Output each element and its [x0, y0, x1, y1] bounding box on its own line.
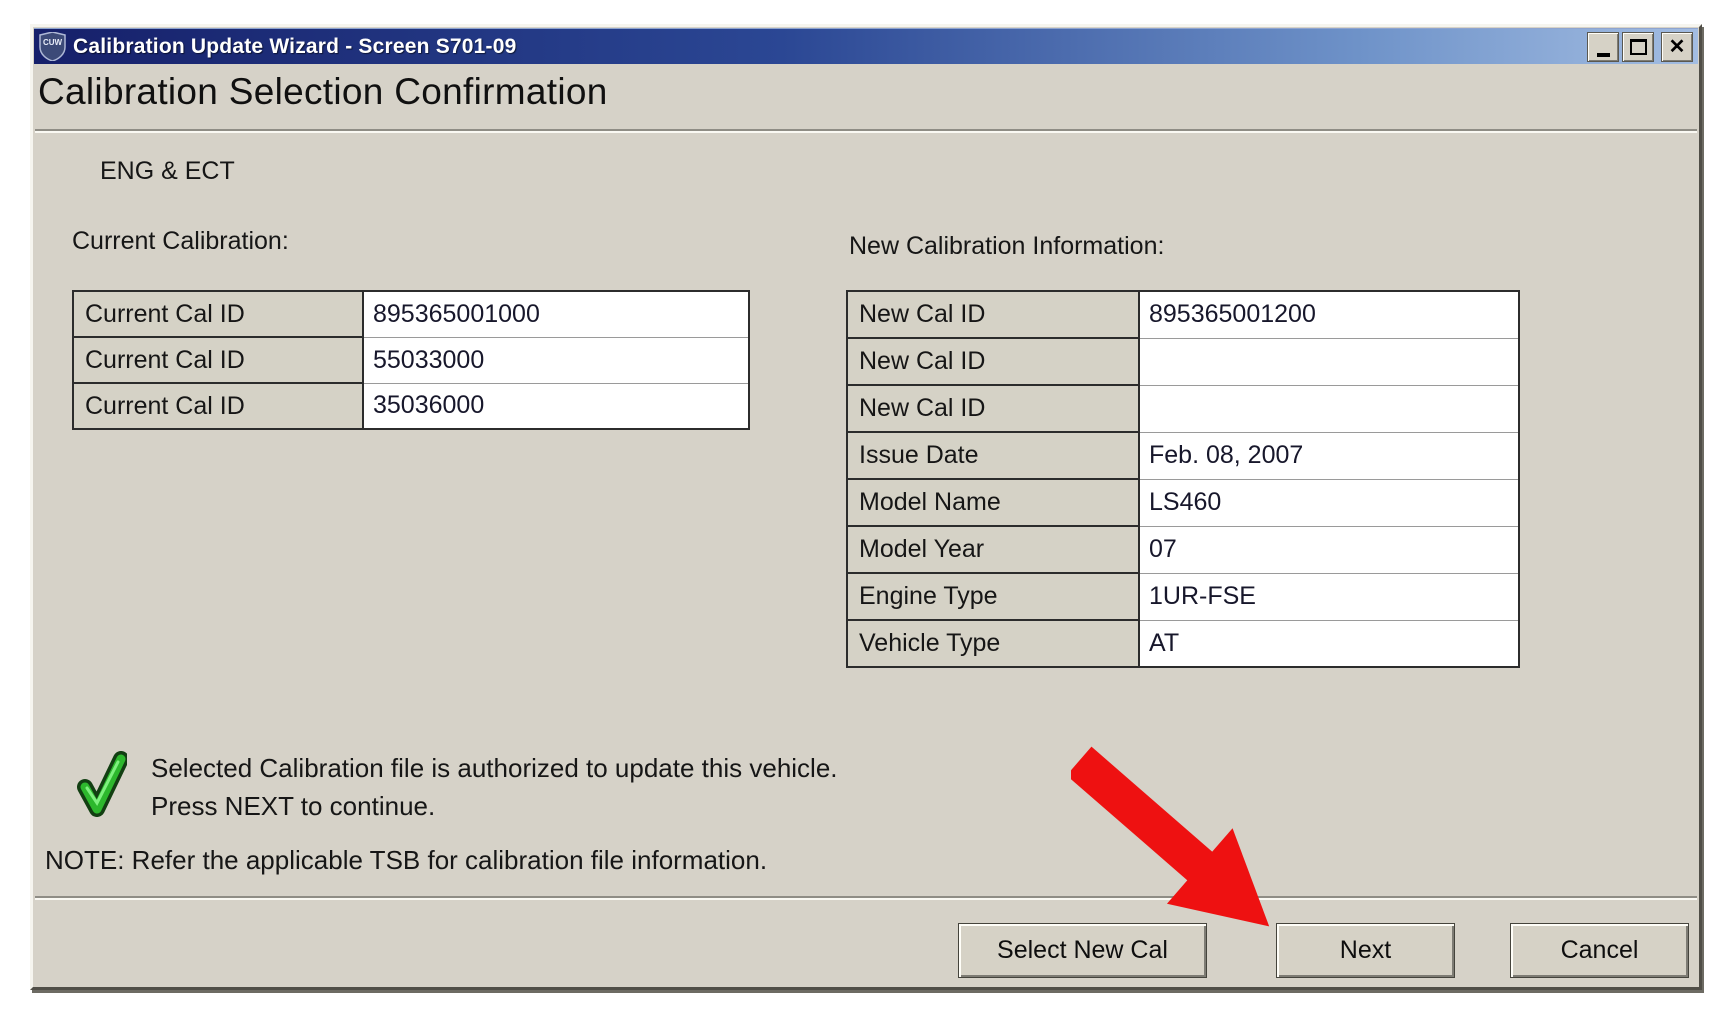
status-line-1: Selected Calibration file is authorized …	[151, 749, 838, 787]
minimize-icon	[1597, 53, 1610, 57]
current-calibration-label: Current Calibration:	[72, 227, 289, 256]
table-row: Model Year 07	[847, 526, 1519, 573]
row-value: Feb. 08, 2007	[1139, 432, 1519, 479]
table-row: Current Cal ID 895365001000	[73, 291, 749, 337]
row-label: Model Year	[847, 526, 1139, 573]
select-new-cal-button[interactable]: Select New Cal	[958, 923, 1207, 978]
row-label: Model Name	[847, 479, 1139, 526]
calibration-wizard-window: CUW Calibration Update Wizard - Screen S…	[30, 24, 1702, 990]
row-value	[1139, 338, 1519, 385]
table-row: Model Name LS460	[847, 479, 1519, 526]
row-value: LS460	[1139, 479, 1519, 526]
new-calibration-label: New Calibration Information:	[849, 232, 1164, 261]
status-line-2: Press NEXT to continue.	[151, 787, 838, 825]
row-label: New Cal ID	[847, 385, 1139, 432]
heading-separator	[35, 129, 1697, 133]
row-label: Vehicle Type	[847, 620, 1139, 667]
row-value: 35036000	[363, 383, 749, 429]
row-value: 895365001000	[363, 291, 749, 337]
table-row: Current Cal ID 35036000	[73, 383, 749, 429]
table-row: New Cal ID	[847, 338, 1519, 385]
row-label: Issue Date	[847, 432, 1139, 479]
row-value: 55033000	[363, 337, 749, 383]
table-row: Issue Date Feb. 08, 2007	[847, 432, 1519, 479]
row-value: AT	[1139, 620, 1519, 667]
table-row: New Cal ID 895365001200	[847, 291, 1519, 338]
cancel-button[interactable]: Cancel	[1510, 923, 1689, 978]
row-label: Current Cal ID	[73, 337, 363, 383]
titlebar[interactable]: CUW Calibration Update Wizard - Screen S…	[34, 28, 1698, 64]
green-checkmark-icon	[75, 751, 127, 817]
row-value: 1UR-FSE	[1139, 573, 1519, 620]
note-text: NOTE: Refer the applicable TSB for calib…	[45, 845, 767, 876]
row-value: 895365001200	[1139, 291, 1519, 338]
window-title: Calibration Update Wizard - Screen S701-…	[73, 35, 517, 59]
table-row: Vehicle Type AT	[847, 620, 1519, 667]
row-label: New Cal ID	[847, 338, 1139, 385]
system-label: ENG & ECT	[100, 157, 235, 186]
row-label: New Cal ID	[847, 291, 1139, 338]
row-value: 07	[1139, 526, 1519, 573]
close-button[interactable]: ✕	[1661, 32, 1693, 62]
row-label: Current Cal ID	[73, 291, 363, 337]
table-row: Engine Type 1UR-FSE	[847, 573, 1519, 620]
footer-separator	[35, 896, 1697, 900]
status-message: Selected Calibration file is authorized …	[151, 749, 838, 825]
next-button[interactable]: Next	[1276, 923, 1455, 978]
maximize-button[interactable]	[1622, 32, 1654, 62]
row-value	[1139, 385, 1519, 432]
screenshot-root: { "window": { "title": "Calibration Upda…	[0, 0, 1725, 1017]
maximize-icon	[1630, 39, 1647, 55]
close-icon: ✕	[1669, 37, 1686, 57]
window-controls: ✕	[1587, 32, 1693, 62]
cuw-shield-icon: CUW	[39, 32, 66, 61]
new-calibration-table: New Cal ID 895365001200 New Cal ID New C…	[846, 290, 1520, 668]
row-label: Engine Type	[847, 573, 1139, 620]
page-title: Calibration Selection Confirmation	[38, 71, 608, 113]
row-label: Current Cal ID	[73, 383, 363, 429]
table-row: New Cal ID	[847, 385, 1519, 432]
minimize-button[interactable]	[1587, 32, 1619, 62]
shield-text: CUW	[43, 38, 63, 47]
current-calibration-table: Current Cal ID 895365001000 Current Cal …	[72, 290, 750, 430]
table-row: Current Cal ID 55033000	[73, 337, 749, 383]
